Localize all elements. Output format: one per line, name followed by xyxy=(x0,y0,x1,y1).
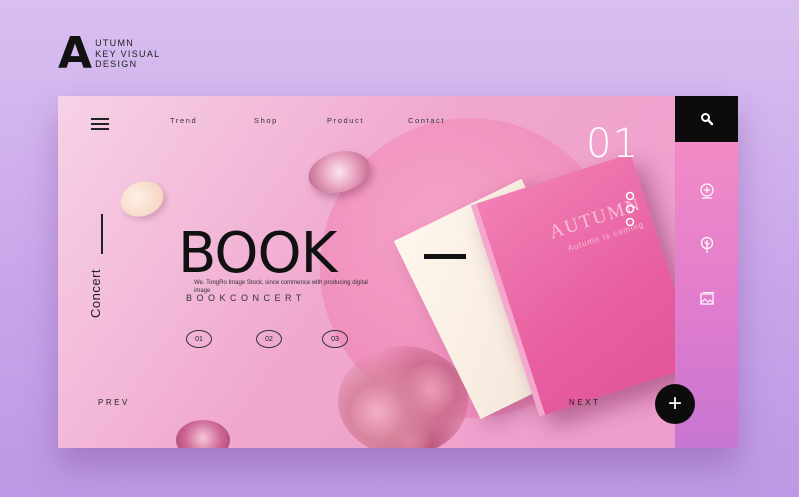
tree-icon[interactable] xyxy=(698,236,716,254)
brand-letter: A xyxy=(58,28,92,79)
brand-line-2: KEY VISUAL xyxy=(95,48,161,59)
plus-button[interactable]: + xyxy=(655,384,695,424)
pager-button-02[interactable]: 02 xyxy=(256,330,282,348)
next-button[interactable]: NEXT xyxy=(569,398,600,407)
brand-line-1: UTUMN xyxy=(95,38,135,48)
rose-decoration-bottom-left xyxy=(176,420,230,448)
brand-line-3: DESIGN xyxy=(95,59,138,69)
nav-contact[interactable]: Contact xyxy=(408,116,445,125)
petal-decoration xyxy=(115,175,169,223)
nav-product[interactable]: Product xyxy=(327,116,364,125)
hamburger-icon[interactable] xyxy=(91,118,109,130)
vertical-label: Concert xyxy=(88,268,103,318)
search-icon xyxy=(700,113,713,126)
ring-binder-icon xyxy=(625,191,635,227)
vertical-divider xyxy=(101,214,103,254)
slide-number: 01 xyxy=(586,121,639,167)
brand-logo: A UTUMN KEY VISUAL DESIGN xyxy=(58,28,160,79)
pager-button-01[interactable]: 01 xyxy=(186,330,212,348)
hero-card: AUTUMN Autumn is coming Trend Shop Produ… xyxy=(58,96,738,448)
hero-subtitle: BOOKCONCERT xyxy=(186,293,306,303)
nav-trend[interactable]: Trend xyxy=(170,116,197,125)
plus-icon: + xyxy=(667,390,682,417)
add-circle-icon[interactable] xyxy=(698,182,716,200)
title-dash xyxy=(424,254,466,259)
flowers-decoration xyxy=(338,346,468,448)
search-button[interactable] xyxy=(675,96,738,142)
prev-button[interactable]: PREV xyxy=(98,398,130,407)
pager-button-03[interactable]: 03 xyxy=(322,330,348,348)
brand-text: UTUMN KEY VISUAL DESIGN xyxy=(95,34,160,70)
hero-title: BOOK xyxy=(178,221,337,286)
nav-shop[interactable]: Shop xyxy=(254,116,278,125)
image-icon[interactable] xyxy=(698,290,716,308)
